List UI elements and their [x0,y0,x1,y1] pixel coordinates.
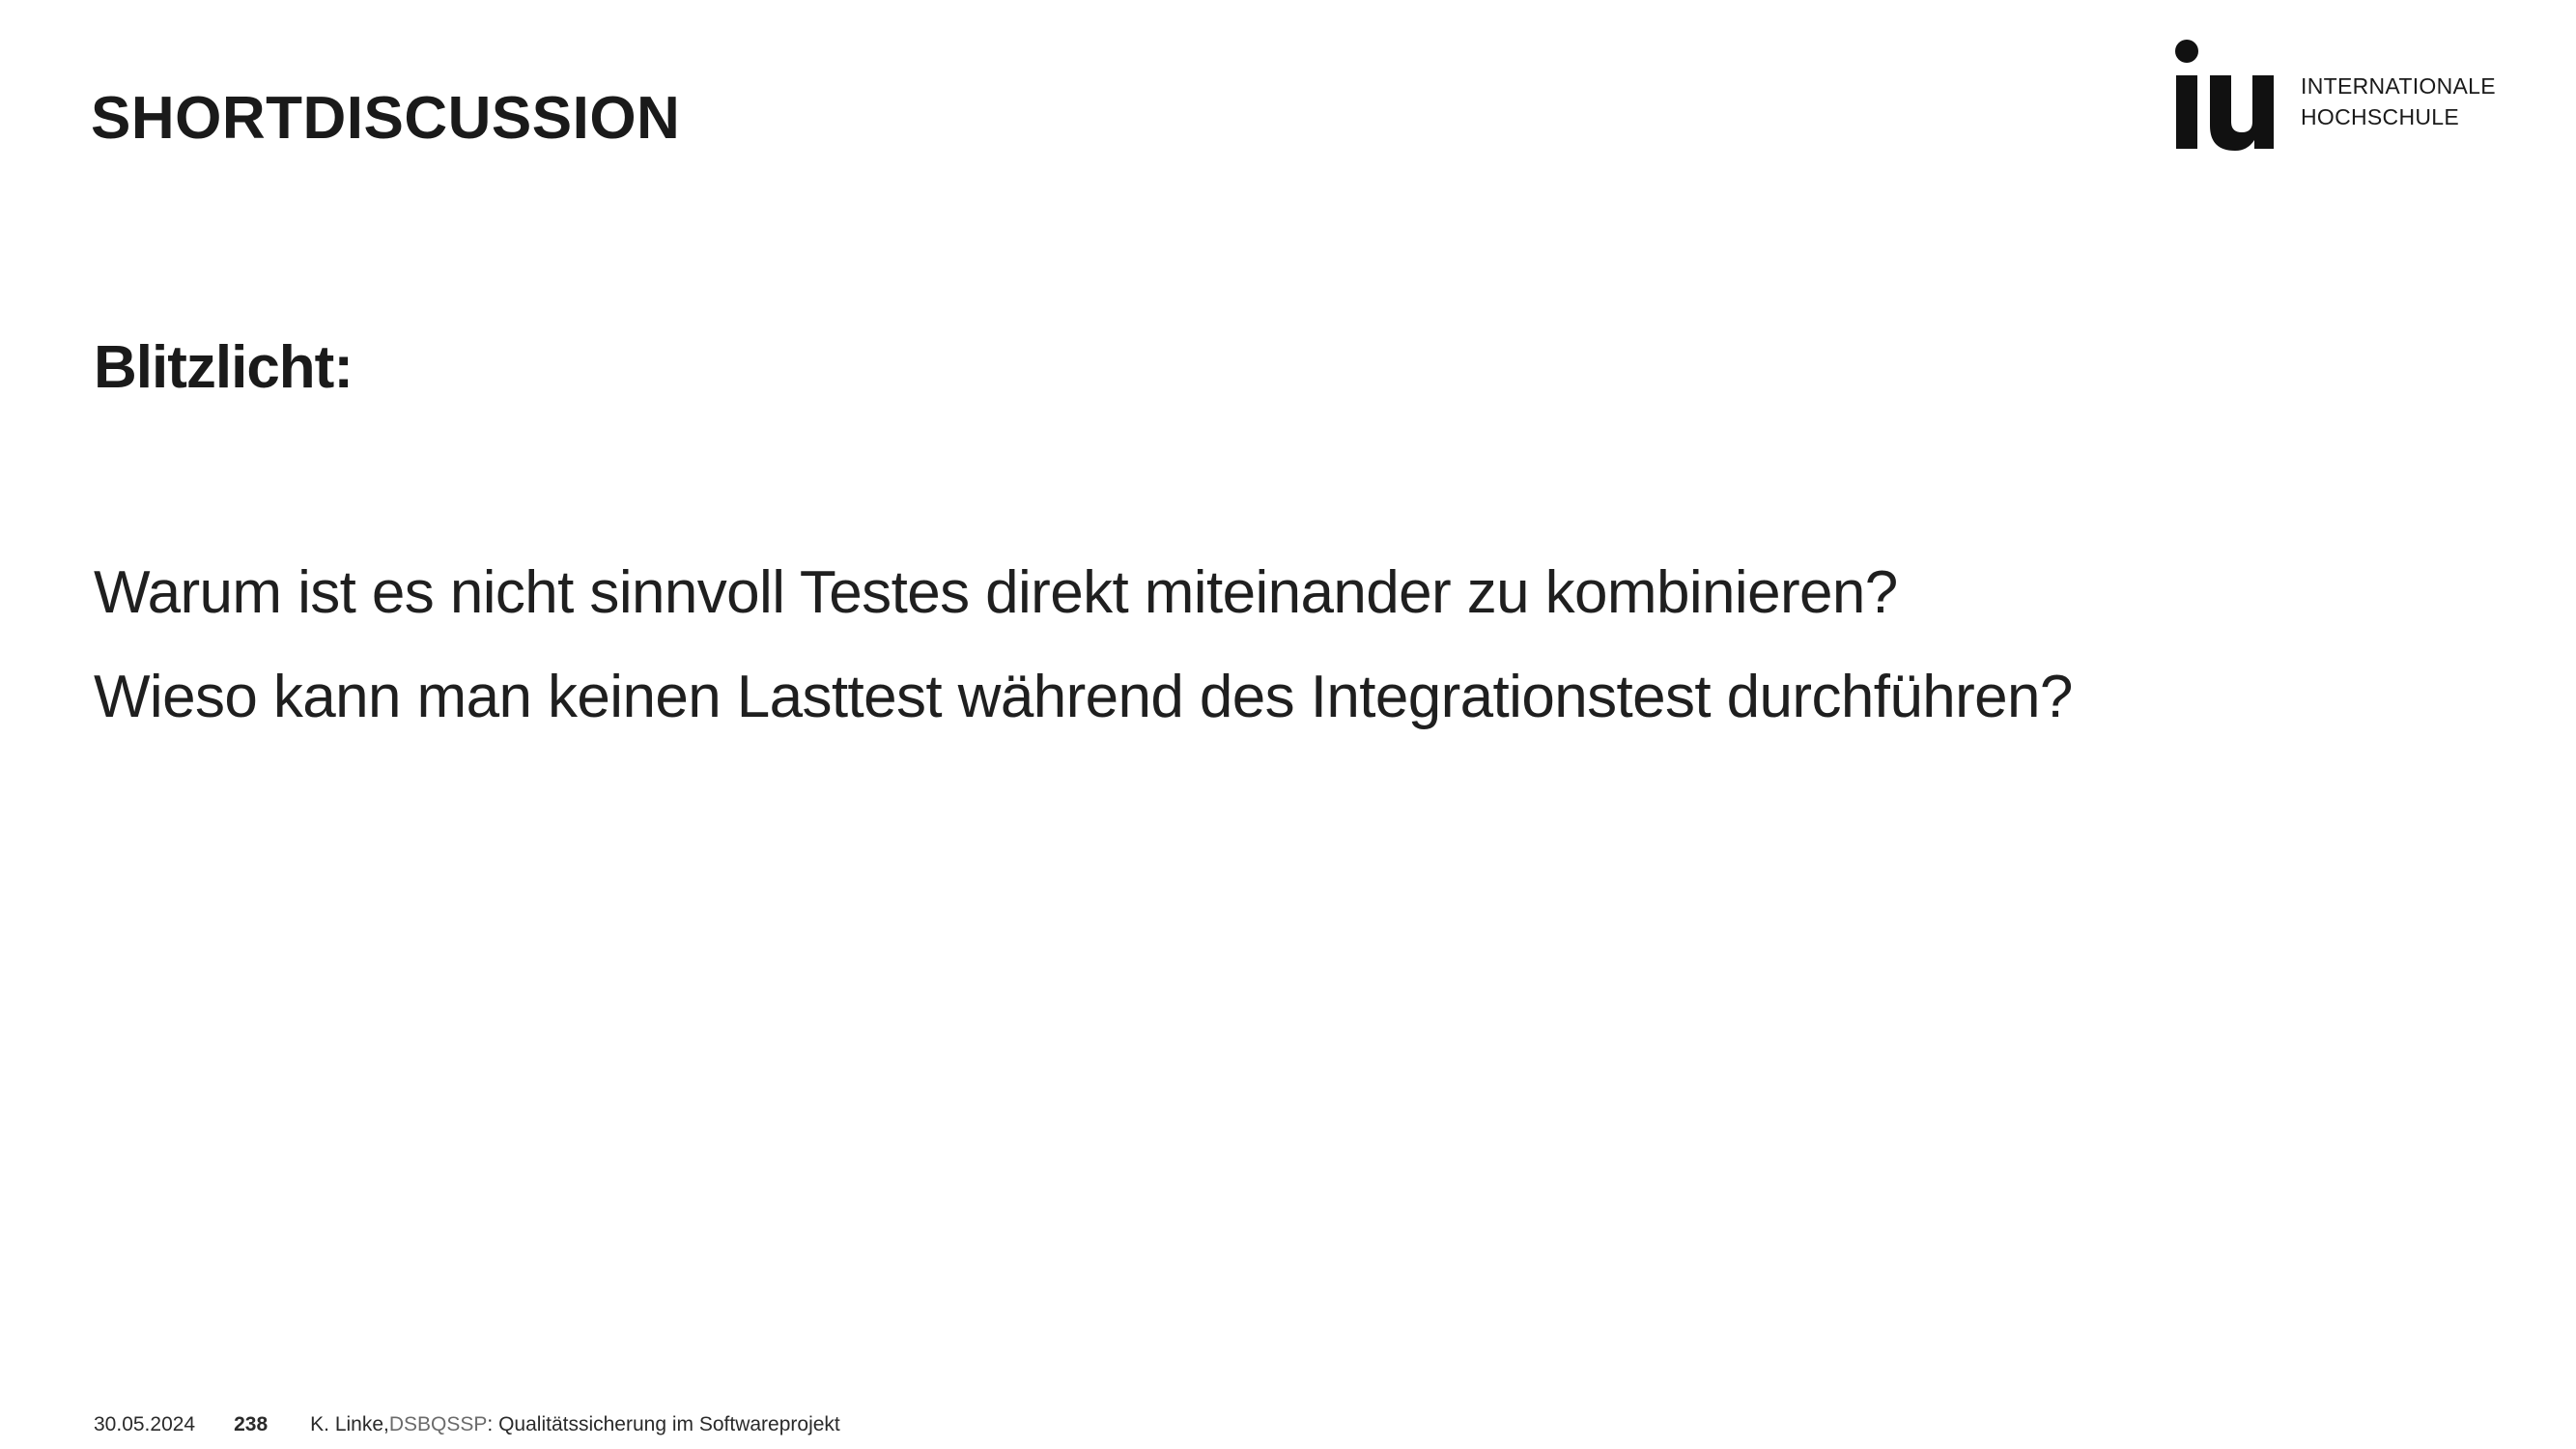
question-list: Warum ist es nicht sinnvoll Testes direk… [94,541,2073,750]
logo-line-1: INTERNATIONALE [2301,73,2496,99]
logo-line-2: HOCHSCHULE [2301,104,2460,129]
logo-wordmark: INTERNATIONALE HOCHSCHULE [2301,71,2496,132]
footer-course-code: DSBQSSP [388,1413,488,1435]
slide-footer: 30.05.2024 238 K. Linke, DSBQSSP: Qualit… [94,1412,840,1437]
question-item: Warum ist es nicht sinnvoll Testes direk… [94,559,1898,626]
slide-title: SHORTDISCUSSION [91,85,681,152]
question-item: Wieso kann man keinen Lasttest während d… [94,664,2073,730]
footer-course-title: : Qualitätssicherung im Softwareprojekt [487,1413,840,1435]
footer-date: 30.05.2024 [94,1413,196,1435]
iu-logo-mark [2175,40,2274,151]
iu-logo: INTERNATIONALE HOCHSCHULE [2173,39,2496,153]
footer-page-number: 238 [234,1413,269,1435]
section-heading: Blitzlicht: [94,334,354,401]
footer-author: K. Linke, [310,1413,389,1435]
